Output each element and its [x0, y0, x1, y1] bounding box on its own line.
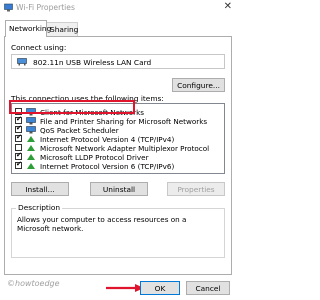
description-title: Description: [16, 203, 63, 212]
list-item[interactable]: ✔ File and Printer Sharing for Microsoft…: [15, 115, 220, 126]
list-item[interactable]: ✔ Internet Protocol Version 4 (TCP/IPv4): [15, 133, 220, 144]
adapter-field: 802.11n USB Wireless LAN Card: [11, 54, 225, 69]
title-bar: Wi-Fi Properties ✕: [0, 0, 236, 16]
configure-button[interactable]: Configure...: [172, 78, 225, 92]
protocol-icon: [27, 145, 35, 151]
item-label: Microsoft LLDP Protocol Driver: [40, 153, 149, 162]
window-title: Wi-Fi Properties: [16, 3, 75, 12]
properties-button[interactable]: Properties: [167, 182, 225, 196]
checkmark-icon: ✔: [16, 115, 22, 123]
watermark: ©howtoedge: [7, 279, 60, 288]
item-checkbox[interactable]: ✔: [15, 133, 22, 142]
cancel-button[interactable]: Cancel: [186, 281, 230, 295]
network-client-icon: [26, 117, 36, 125]
network-adapter-icon: [17, 58, 27, 66]
adapter-name: 802.11n USB Wireless LAN Card: [33, 58, 152, 67]
list-item[interactable]: ✔ Microsoft LLDP Protocol Driver: [15, 151, 220, 162]
checkmark-icon: ✔: [16, 151, 22, 159]
checkmark-icon: ✔: [16, 160, 22, 168]
item-checkbox[interactable]: ✔: [15, 124, 22, 133]
item-checkbox[interactable]: ✔: [15, 151, 22, 160]
protocol-icon: [27, 154, 35, 160]
ok-button[interactable]: OK: [140, 281, 180, 295]
item-label: QoS Packet Scheduler: [40, 126, 119, 135]
item-label: File and Printer Sharing for Microsoft N…: [40, 117, 208, 126]
item-label: Internet Protocol Version 4 (TCP/IPv4): [40, 135, 175, 144]
checkmark-icon: ✔: [16, 133, 22, 141]
item-checkbox[interactable]: ✔: [15, 115, 22, 124]
item-label: Internet Protocol Version 6 (TCP/IPv6): [40, 162, 175, 171]
tab-networking[interactable]: Networking: [5, 20, 51, 37]
highlight-box: [9, 100, 135, 114]
install-button[interactable]: Install...: [11, 182, 69, 196]
close-button[interactable]: ✕: [224, 1, 232, 13]
network-client-icon: [26, 126, 36, 134]
network-properties-icon: [4, 3, 13, 12]
description-text: Allows your computer to access resources…: [17, 215, 187, 233]
list-item[interactable]: Microsoft Network Adapter Multiplexor Pr…: [15, 144, 220, 153]
item-checkbox[interactable]: [15, 144, 22, 151]
arrow-icon: [106, 284, 144, 292]
list-item[interactable]: ✔ QoS Packet Scheduler: [15, 124, 220, 135]
item-label: Microsoft Network Adapter Multiplexor Pr…: [40, 144, 210, 153]
item-checkbox[interactable]: ✔: [15, 160, 22, 169]
uninstall-button[interactable]: Uninstall: [90, 182, 148, 196]
checkmark-icon: ✔: [16, 124, 22, 132]
list-item[interactable]: ✔ Internet Protocol Version 6 (TCP/IPv6): [15, 160, 220, 171]
description-group: Description Allows your computer to acce…: [11, 203, 225, 258]
protocol-icon: [27, 136, 35, 142]
protocol-icon: [27, 163, 35, 169]
connect-using-label: Connect using:: [11, 43, 67, 52]
